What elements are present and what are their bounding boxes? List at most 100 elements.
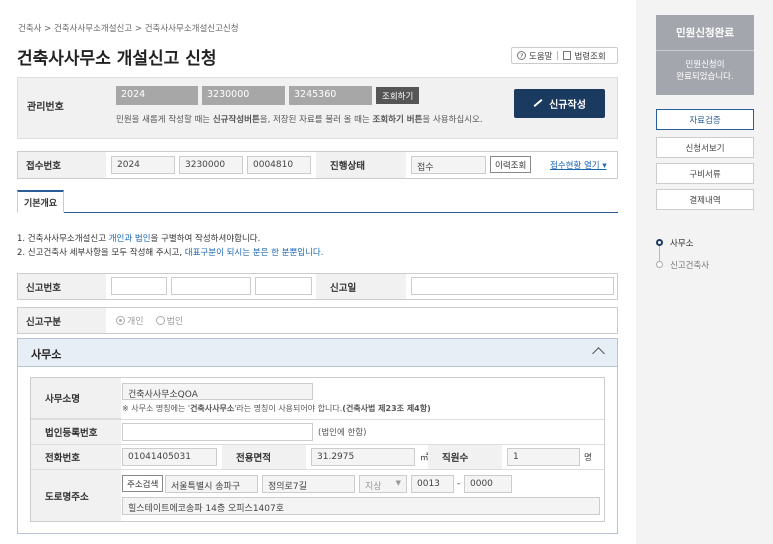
note-strong: 건축사사무소 [190, 404, 235, 413]
help-icon: ? [517, 51, 526, 60]
document-icon [563, 51, 572, 60]
note-strong: 조회하기 버튼 [372, 115, 423, 125]
address-dash: - [457, 479, 461, 489]
management-label: 관리번호 [27, 102, 64, 113]
report-number-1[interactable] [111, 277, 167, 295]
note-text: '라는 명칭이 사용되어야 합니다. [234, 404, 343, 413]
step-inactive-icon [656, 261, 663, 268]
phone-label: 전화번호 [31, 445, 121, 469]
note-strong: 신규작성버튼 [212, 115, 260, 125]
office-section: 사무소 사무소명 건축사사무소QOA ※ 사무소 명칭에는 '건축사사무소'라는… [17, 338, 618, 534]
corp-number-note: (법인에 한함) [318, 428, 367, 438]
report-date-label: 신고일 [316, 274, 406, 299]
radio-selected-icon [116, 316, 125, 325]
report-type-options: 개인 법인 [116, 308, 183, 333]
status-open-link[interactable]: 접수현황 열기 ▾ [550, 152, 607, 178]
status-value: 접수 [411, 156, 486, 174]
tab-bar [17, 212, 618, 213]
address-city: 서울특별시 송파구 [165, 475, 258, 493]
report-type-label: 신고구분 [18, 308, 106, 333]
dropdown-arrow-icon: ▼ [395, 479, 401, 487]
radio-label: 개인 [127, 317, 144, 327]
office-name-note: ※ 사무소 명칭에는 '건축사사무소'라는 명칭이 사용되어야 합니다.(건축사… [122, 403, 431, 414]
breadcrumb: 건축사 > 건축사사무소개설신고 > 건축사사무소개설신고신청 [18, 24, 239, 34]
staff-input[interactable]: 1 [507, 448, 580, 466]
report-number-label: 신고번호 [18, 274, 106, 299]
step-office[interactable]: 사무소 [670, 237, 693, 249]
pencil-icon [533, 98, 543, 107]
status-text-line: 민원신청이 [685, 60, 725, 70]
receipt-number-2: 3230000 [179, 156, 243, 174]
help-button[interactable]: ? 도움말 [512, 50, 557, 62]
note-text: ※ 사무소 명칭에는 ' [122, 404, 191, 413]
instruction-text: 1. 건축사사무소개설신고 [17, 234, 109, 244]
status-label: 진행상태 [316, 152, 406, 178]
corp-number-input[interactable] [122, 423, 313, 441]
note-text: 민원을 새롭게 작성할 때는 [116, 115, 213, 125]
area-input[interactable]: 31.2975 [311, 448, 415, 466]
office-name-label: 사무소명 [31, 378, 121, 419]
address-road: 정의로7길 [262, 475, 355, 493]
phone-input[interactable]: 01041405031 [122, 448, 217, 466]
address-type-select[interactable]: 지상 ▼ [359, 475, 407, 493]
note-text: 을 사용하십시오. [422, 115, 483, 125]
law-lookup-button[interactable]: 법령조회 [558, 50, 610, 62]
office-section-header[interactable]: 사무소 [18, 339, 617, 367]
radio-label: 법인 [166, 317, 184, 327]
area-label: 전용면적 [222, 445, 306, 469]
radio-icon [155, 316, 165, 325]
sidebar: 민원신청완료 민원신청이 완료되었습니다. 자료검증 신청서보기 구비서류 결제… [636, 0, 773, 544]
address-search-button[interactable]: 주소검색 [122, 475, 164, 492]
staff-label: 직원수 [428, 445, 502, 469]
status-text-line: 완료되었습니다. [676, 72, 734, 82]
instruction-text: 을 구별하여 작성하셔야합니다. [150, 234, 261, 244]
radio-individual[interactable]: 개인 [116, 314, 144, 327]
required-docs-button[interactable]: 구비서류 [656, 163, 754, 184]
view-application-button[interactable]: 신청서보기 [656, 137, 754, 158]
step-architect[interactable]: 신고건축사 [670, 259, 709, 271]
history-button[interactable]: 이력조회 [490, 156, 532, 173]
management-panel: 관리번호 2024 3230000 3245360 조회하기 민원을 새롭게 작… [17, 77, 618, 139]
note-strong: (건축사법 제23조 제4항) [342, 404, 431, 413]
instruction-1: 1. 건축사사무소개설신고 개인과 법인을 구별하여 작성하셔야합니다. [17, 232, 323, 246]
office-name-input[interactable]: 건축사사무소QOA [122, 383, 313, 400]
instruction-highlight: 대표구분이 되시는 분은 한 분뿐입니다. [184, 248, 324, 258]
address-number-2: 0000 [464, 475, 512, 493]
data-verify-button[interactable]: 자료검증 [656, 109, 754, 130]
tab-basic-overview[interactable]: 기본개요 [17, 190, 64, 213]
report-row: 신고번호 신고일 [17, 273, 618, 300]
status-text: 민원신청이 완료되었습니다. [656, 51, 754, 83]
address-number-1: 0013 [411, 475, 454, 493]
main-content: 건축사 > 건축사사무소개설신고 > 건축사사무소개설신고신청 건축사사무소 개… [0, 0, 636, 544]
instruction-highlight: 개인과 법인 [108, 234, 151, 244]
radio-corporation[interactable]: 법인 [155, 314, 184, 327]
lookup-button[interactable]: 조회하기 [376, 87, 420, 104]
instruction-text: 2. 신고건축사 세부사항을 모두 작성해 주시고, [17, 248, 185, 258]
address-label: 도로명주소 [31, 470, 121, 521]
management-number-1: 2024 [116, 86, 198, 105]
payment-history-button[interactable]: 결제내역 [656, 189, 754, 210]
management-number-3: 3245360 [289, 86, 372, 105]
status-box: 민원신청완료 민원신청이 완료되었습니다. [656, 15, 754, 95]
step-active-icon [656, 239, 663, 246]
report-type-row: 신고구분 개인 법인 [17, 307, 618, 334]
note-text: 을, 저장된 자료를 불러 올 때는 [259, 115, 373, 125]
report-number-3[interactable] [255, 277, 312, 295]
header-tools: ? 도움말 법령조회 [511, 47, 618, 64]
receipt-label: 접수번호 [18, 152, 106, 178]
help-label: 도움말 [529, 51, 553, 62]
office-section-title: 사무소 [31, 348, 62, 361]
receipt-number-1: 2024 [111, 156, 175, 174]
management-number-2: 3230000 [202, 86, 285, 105]
instructions: 1. 건축사사무소개설신고 개인과 법인을 구별하여 작성하셔야합니다. 2. … [17, 232, 323, 260]
law-label: 법령조회 [574, 51, 606, 62]
management-note: 민원을 새롭게 작성할 때는 신규작성버튼을, 저장된 자료를 불러 올 때는 … [116, 113, 483, 125]
report-number-2[interactable] [171, 277, 251, 295]
chevron-up-icon[interactable] [592, 347, 605, 360]
page-title: 건축사사무소 개설신고 신청 [17, 49, 217, 69]
new-create-label: 신규작성 [549, 100, 586, 111]
corp-number-label: 법인등록번호 [31, 420, 121, 444]
new-create-button[interactable]: 신규작성 [514, 89, 605, 118]
address-detail[interactable]: 힐스테이트에코송파 14층 오피스1407호 [122, 497, 600, 515]
report-date-field[interactable] [411, 277, 614, 295]
